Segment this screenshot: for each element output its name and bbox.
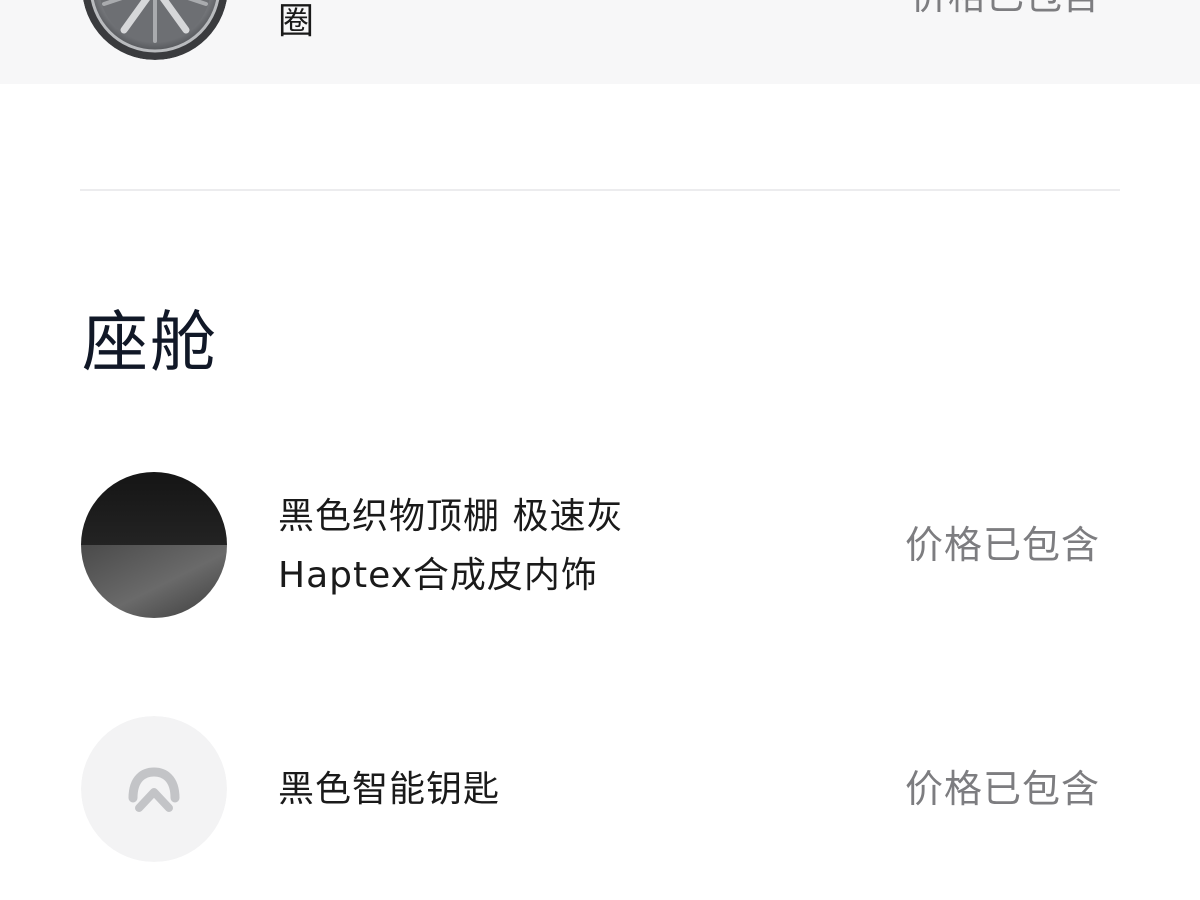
smart-key-option-label: 黑色智能钥匙 bbox=[278, 769, 501, 810]
alloy-wheel-icon bbox=[82, 0, 228, 60]
cabin-interior-option-label: 黑色织物顶棚 极速灰 Haptex合成皮内饰 bbox=[278, 487, 623, 605]
nio-logo-icon bbox=[81, 716, 227, 862]
cabin-interior-option-label-line2: Haptex合成皮内饰 bbox=[278, 555, 598, 596]
wheel-option-row[interactable]: 圈 价格已包含 bbox=[0, 0, 1200, 84]
interior-color-swatch-icon bbox=[81, 472, 227, 618]
cabin-interior-option-label-line1: 黑色织物顶棚 极速灰 bbox=[278, 496, 624, 537]
wheel-option-label: 圈 bbox=[278, 1, 315, 42]
section-title: 座舱 bbox=[82, 304, 218, 381]
smart-key-option-price: 价格已包含 bbox=[904, 767, 1100, 811]
section-divider bbox=[80, 189, 1120, 191]
smart-key-option-row[interactable]: 黑色智能钥匙 价格已包含 bbox=[0, 716, 1200, 862]
wheel-option-price: 价格已包含 bbox=[910, 0, 1100, 18]
cabin-interior-option-price: 价格已包含 bbox=[904, 523, 1100, 567]
cabin-interior-option-row[interactable]: 黑色织物顶棚 极速灰 Haptex合成皮内饰 价格已包含 bbox=[0, 472, 1200, 618]
